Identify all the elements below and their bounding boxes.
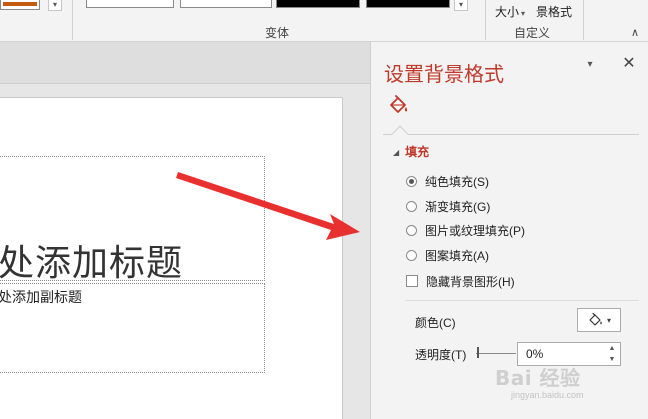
transparency-slider-thumb[interactable] [477,347,479,358]
transparency-value[interactable]: 0% [526,347,543,361]
chevron-down-icon: ▾ [606,315,611,325]
variant-thumbnail-3[interactable] [276,0,360,8]
radio-label: 渐变填充(G) [425,199,491,214]
pane-tab-pointer [391,125,409,143]
radio-pattern-fill[interactable]: 图案填充(A) [406,246,489,264]
variants-group-label: 变体 [265,26,290,40]
format-background-button[interactable]: 景格式 [536,3,572,20]
radio-label: 图案填充(A) [425,248,489,263]
variants-more-button[interactable]: ▾ [454,0,468,11]
subtitle-placeholder-text: 处添加副标题 [0,289,82,305]
ribbon-separator [583,0,584,40]
paint-bucket-icon [589,312,602,326]
subtitle-placeholder[interactable]: 处添加副标题 [0,283,265,373]
close-icon[interactable]: ✕ [621,56,637,72]
swatch-dropdown-button[interactable]: ▾ [48,0,62,11]
font-color-swatch[interactable] [0,0,40,10]
slide-size-button[interactable]: 大小 ▾ [495,3,525,20]
spin-up-icon[interactable]: ▲ [607,344,617,354]
slide-size-label: 大小 [495,5,520,19]
pane-title: 设置背景格式 [384,62,504,86]
pane-options-icon[interactable]: ▾ [583,58,597,72]
title-placeholder-text: 处添加标题 [0,243,184,284]
slide-canvas: 处添加标题 处添加副标题 [0,42,370,419]
radio-label: 纯色填充(S) [425,174,489,189]
radio-button[interactable] [406,175,417,187]
slide[interactable]: 处添加标题 处添加副标题 [0,97,343,419]
transparency-slider-track[interactable] [476,353,516,354]
fill-section-title: 填充 [405,145,430,159]
canvas-top-strip [0,42,370,84]
pane-tab-divider [383,134,639,135]
radio-button[interactable] [406,200,417,212]
watermark-url: jingyan.baidu.com [511,390,584,400]
checkbox-label: 隐藏背景图形(H) [426,274,515,289]
spin-down-icon[interactable]: ▼ [607,355,617,365]
radio-picture-fill[interactable]: 图片或纹理填充(P) [406,221,525,239]
baidu-watermark: Bai 经验 [495,366,581,390]
section-divider [405,300,639,301]
ribbon-separator [485,0,486,40]
radio-solid-fill[interactable]: 纯色填充(S) [406,172,489,190]
chevron-down-icon: ▾ [521,9,526,18]
radio-button[interactable] [406,249,417,261]
radio-gradient-fill[interactable]: 渐变填充(G) [406,197,490,215]
variant-thumbnail-2[interactable] [180,0,272,8]
fill-section-header[interactable]: ◢ 填充 [393,143,429,160]
variant-thumbnail-1[interactable] [86,0,174,8]
ribbon: ▾ ▾ 变体 大小 ▾ 景格式 自定义 ∧ [0,0,648,42]
checkbox[interactable] [406,275,418,287]
customize-group-label: 自定义 [514,26,551,40]
color-label: 颜色(C) [415,316,456,330]
collapse-ribbon-icon[interactable]: ∧ [628,26,642,40]
radio-label: 图片或纹理填充(P) [425,223,525,238]
title-placeholder[interactable]: 处添加标题 [0,156,265,284]
paint-bucket-icon[interactable] [387,94,411,118]
ribbon-separator [72,0,73,40]
variant-thumbnail-4[interactable] [366,0,450,8]
fill-color-picker[interactable]: ▾ [577,308,621,332]
format-background-pane: 设置背景格式 ▾ ✕ ◢ 填充 纯色填充(S) 渐变填充(G) 图片或纹理填充(P… [370,42,648,419]
transparency-label: 透明度(T) [415,348,467,362]
collapse-triangle-icon: ◢ [393,148,400,157]
hide-background-graphics-checkbox[interactable]: 隐藏背景图形(H) [406,272,515,290]
radio-button[interactable] [406,224,417,236]
